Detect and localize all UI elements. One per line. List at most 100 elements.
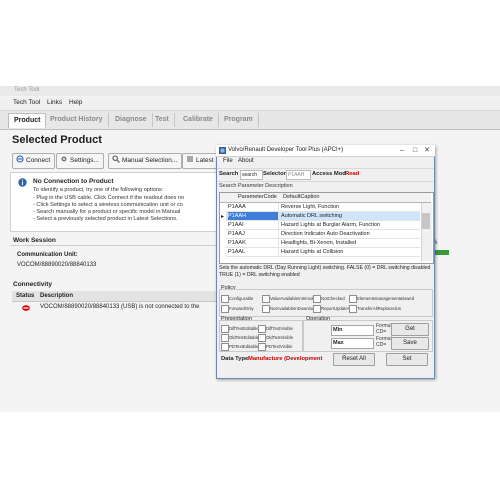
reset-all-button[interactable]: Reset All	[333, 353, 375, 366]
formula-value: CD=	[376, 329, 387, 335]
grid-cell-code: P1AAJ	[228, 230, 279, 238]
presentation-option-label: OldTestVisible	[266, 335, 294, 340]
policy-checkbox[interactable]	[313, 295, 321, 303]
grid-cell-caption: Reverse Light, Function	[281, 204, 340, 210]
info-icon	[18, 178, 27, 187]
communication-unit-value: VOCOM/88890020/88840133	[17, 262, 97, 268]
menu-links[interactable]: Links	[47, 99, 62, 106]
page-title: Selected Product	[12, 134, 102, 146]
grid-row-selected[interactable]: P1AAH Automatic DRL switching	[226, 212, 420, 221]
grid-cell-caption: Hazard Lights at Collision	[281, 249, 344, 255]
set-button[interactable]: Set	[386, 353, 428, 366]
policy-option-label: NotAvailableInDownload	[270, 306, 317, 311]
policy-checkbox[interactable]	[221, 295, 229, 303]
connect-icon	[16, 155, 24, 163]
presentation-option-label: PDTextEditable	[229, 344, 259, 349]
policy-option-label: NotChecked	[321, 296, 345, 301]
policy-checkbox[interactable]	[221, 305, 229, 313]
app-icon	[219, 147, 226, 154]
data-type-label: Data Type	[221, 356, 249, 362]
tab-test[interactable]: Test	[150, 113, 175, 127]
parameter-code-column-header[interactable]: ParameterCode	[238, 194, 277, 200]
min-input[interactable]: Min	[331, 325, 374, 336]
policy-option-label: Elementsmanagement&lowed	[357, 296, 415, 301]
policy-checkbox[interactable]	[262, 305, 270, 313]
menu-help[interactable]: Help	[69, 99, 82, 106]
communication-unit-label: Communication Unit:	[17, 252, 78, 258]
list-icon	[187, 156, 193, 162]
minimize-icon[interactable]: –	[396, 146, 408, 155]
grid-cell-code: P1AAK	[228, 239, 279, 247]
max-input[interactable]: Max	[331, 338, 374, 349]
description-column-header: Description	[40, 293, 74, 299]
info-line: - Select a previously selected product i…	[33, 216, 178, 222]
product-toolbar: Connect Settings... Manual Selection... …	[10, 153, 229, 169]
grid-cell-code: P1AAL	[228, 248, 279, 256]
default-caption-column-header[interactable]: DefaultCaption	[283, 194, 319, 200]
policy-checkbox[interactable]	[313, 305, 321, 313]
grid-cell-caption: Direction Indicator Auto Deactivation	[281, 231, 370, 237]
connect-label: Connect	[26, 157, 51, 164]
menu-about[interactable]: About	[238, 158, 254, 164]
menu-file[interactable]: File	[223, 158, 233, 164]
connectivity-title: Connectivity	[13, 281, 53, 288]
policy-group	[219, 289, 433, 317]
info-line: - Search manually for a product or speci…	[33, 209, 181, 215]
scrollbar-thumb[interactable]	[422, 213, 430, 229]
presentation-checkbox[interactable]	[221, 343, 229, 351]
window-title: Tech Tool	[14, 87, 40, 93]
status-column-header: Status	[16, 293, 35, 299]
gear-icon	[61, 156, 67, 162]
grid-row[interactable]: P1AAI Hazard Lights at Burglar Alarm, Fun…	[226, 221, 420, 230]
presentation-checkbox[interactable]	[258, 325, 266, 333]
search-icon	[112, 155, 120, 163]
presentation-option-label: DiffTestVisible	[266, 326, 293, 331]
tab-product-history[interactable]: Product History	[45, 113, 109, 127]
policy-option-label: TransferAllReplacedUs	[357, 306, 402, 311]
presentation-option-label: OldTestEditable	[229, 335, 260, 340]
maximize-icon[interactable]: □	[409, 146, 421, 155]
tab-program[interactable]: Program	[219, 113, 259, 127]
grid-cell-caption: Automatic DRL switching	[281, 213, 342, 219]
grid-row[interactable]: P1AAJ Direction Indicator Auto Deactivati…	[226, 230, 420, 239]
parameter-description: Sets the automatic DRL (Day Running Ligh…	[219, 265, 431, 278]
presentation-checkbox[interactable]	[221, 325, 229, 333]
tab-product[interactable]: Product	[8, 113, 47, 128]
manual-selection-button[interactable]: Manual Selection...	[108, 153, 183, 169]
info-title: No Connection to Product	[33, 178, 114, 185]
grid-cell-code: P1AAH	[228, 212, 279, 220]
policy-checkbox[interactable]	[349, 295, 357, 303]
selector-label: Selector	[263, 171, 286, 177]
grid-cell-caption: Headlights, Bi-Xenon, Installed	[281, 240, 357, 246]
selector-input[interactable]: P1AAH	[286, 170, 311, 180]
presentation-checkbox[interactable]	[258, 343, 266, 351]
get-button[interactable]: Get	[391, 323, 429, 336]
access-mode-value[interactable]: Read	[345, 171, 359, 177]
info-line: To identify a product, try one of the fo…	[33, 187, 164, 193]
grid-row[interactable]: P1AAA Reverse Light, Function	[226, 203, 420, 212]
policy-checkbox[interactable]	[349, 305, 357, 313]
policy-option-label: ValueAvailableInImmobi	[270, 296, 316, 301]
grid-cell-code: P1AAI	[228, 221, 279, 229]
tab-diagnose[interactable]: Diagnose	[110, 113, 153, 127]
search-input[interactable]: search	[240, 170, 263, 180]
menu-tech-tool[interactable]: Tech Tool	[13, 99, 40, 106]
presentation-checkbox[interactable]	[258, 334, 266, 342]
connect-button[interactable]: Connect	[12, 153, 56, 169]
grid-row[interactable]: P1AAL Hazard Lights at Collision	[226, 248, 420, 257]
search-label: Search	[219, 171, 239, 177]
settings-button[interactable]: Settings...	[56, 153, 104, 169]
grid-row[interactable]: P1AAK Headlights, Bi-Xenon, Installed	[226, 239, 420, 248]
formula-value: CD=	[376, 342, 387, 348]
info-line: - Click Settings to select a wireless co…	[33, 202, 183, 208]
tech-tool-titlebar: Tech Tool	[0, 86, 500, 96]
tab-calibrate[interactable]: Calibrate	[178, 113, 219, 127]
save-button[interactable]: Save	[391, 337, 429, 350]
policy-checkbox[interactable]	[262, 295, 270, 303]
presentation-checkbox[interactable]	[221, 334, 229, 342]
presentation-option-label: PDTextVisible	[266, 344, 293, 349]
info-line: - Plug in the USB cable. Click Connect i…	[33, 195, 185, 201]
grid-scrollbar[interactable]	[421, 203, 432, 261]
progress-bar	[433, 250, 449, 255]
close-icon[interactable]: ✕	[421, 146, 433, 155]
